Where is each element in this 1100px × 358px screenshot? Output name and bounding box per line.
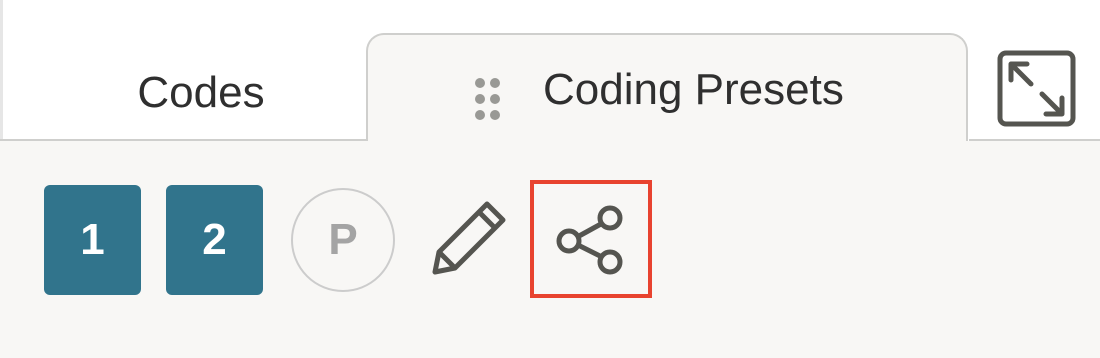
tab-bar-divider [0, 139, 368, 141]
preset-2-label: 2 [202, 215, 227, 264]
expand-button[interactable] [997, 50, 1077, 133]
tab-coding-presets[interactable]: Coding Presets [366, 33, 968, 141]
preset-p-button[interactable]: P [291, 188, 395, 292]
share-icon [556, 205, 623, 275]
expand-icon [997, 50, 1076, 127]
preset-2-button[interactable]: 2 [166, 185, 263, 295]
tab-coding-presets-label: Coding Presets [543, 65, 844, 114]
drag-handle-icon[interactable] [474, 77, 502, 126]
preset-1-button[interactable]: 1 [44, 185, 141, 295]
tab-codes-label: Codes [137, 68, 265, 117]
preset-p-label: P [328, 215, 358, 264]
preset-1-label: 1 [80, 215, 105, 264]
pencil-icon [432, 201, 506, 275]
share-button[interactable] [530, 180, 652, 298]
edit-presets-button[interactable] [427, 196, 511, 285]
tab-codes[interactable]: Codes [0, 48, 368, 138]
tab-bar-divider [969, 139, 1100, 141]
